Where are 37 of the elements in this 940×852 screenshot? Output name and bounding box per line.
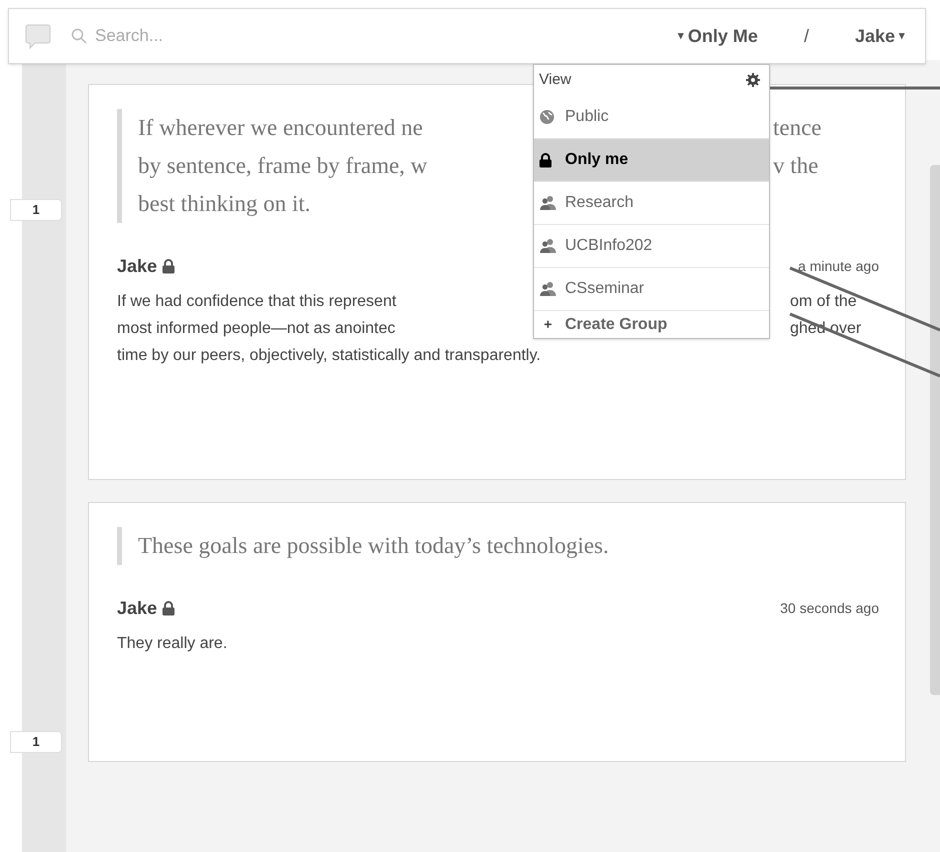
quote-text: These goals are possible with today’s technologies. [138, 532, 609, 560]
menu-item[interactable]: Public [534, 95, 769, 138]
separator: / [804, 24, 809, 48]
user-menu[interactable]: Jake ▾ [854, 22, 905, 50]
globe-icon [539, 108, 557, 124]
annotation-text: om of the [790, 292, 857, 312]
quote-text: v the [773, 152, 818, 180]
quote-text: If wherever we encountered ne [138, 114, 424, 142]
user-name: Jake [117, 255, 158, 278]
annotation-text: If we had confidence that this represent [117, 292, 398, 312]
menu-title: View [539, 70, 572, 90]
annotation-count[interactable]: 1 [10, 199, 62, 221]
menu-item[interactable]: Research [534, 181, 769, 224]
menu-item[interactable]: Only me [534, 138, 769, 181]
annotation-count[interactable]: 1 [10, 731, 62, 753]
annotation-text: time by our peers, objectively, statistically and transparently. [117, 346, 541, 366]
chat-icon[interactable] [25, 23, 51, 49]
menu-item[interactable]: UCBInfo202 [534, 224, 769, 267]
user-name: Jake [117, 597, 158, 620]
quote-text: by sentence, frame by frame, w [138, 152, 428, 180]
scrollbar[interactable] [930, 165, 940, 695]
people-icon [539, 238, 557, 254]
quote-text: best thinking on it. [138, 190, 310, 218]
menu-item[interactable]: + Create Group [534, 310, 769, 338]
search-field[interactable]: Search... [95, 23, 395, 49]
timestamp: 30 seconds ago [780, 599, 879, 618]
people-icon [539, 195, 557, 211]
settings-icon[interactable] [746, 73, 760, 87]
annotation-text: They really are. [117, 634, 228, 654]
timestamp: a minute ago [798, 257, 879, 276]
quote-text: tence [773, 114, 822, 142]
plus-icon: + [539, 314, 557, 335]
annotation-text: most informed people—not as anointec [117, 319, 396, 339]
menu-item[interactable]: CSseminar [534, 267, 769, 310]
search-icon [71, 28, 87, 44]
people-icon [539, 281, 557, 297]
scope-dropdown[interactable]: ▾ Only Me [678, 22, 758, 50]
